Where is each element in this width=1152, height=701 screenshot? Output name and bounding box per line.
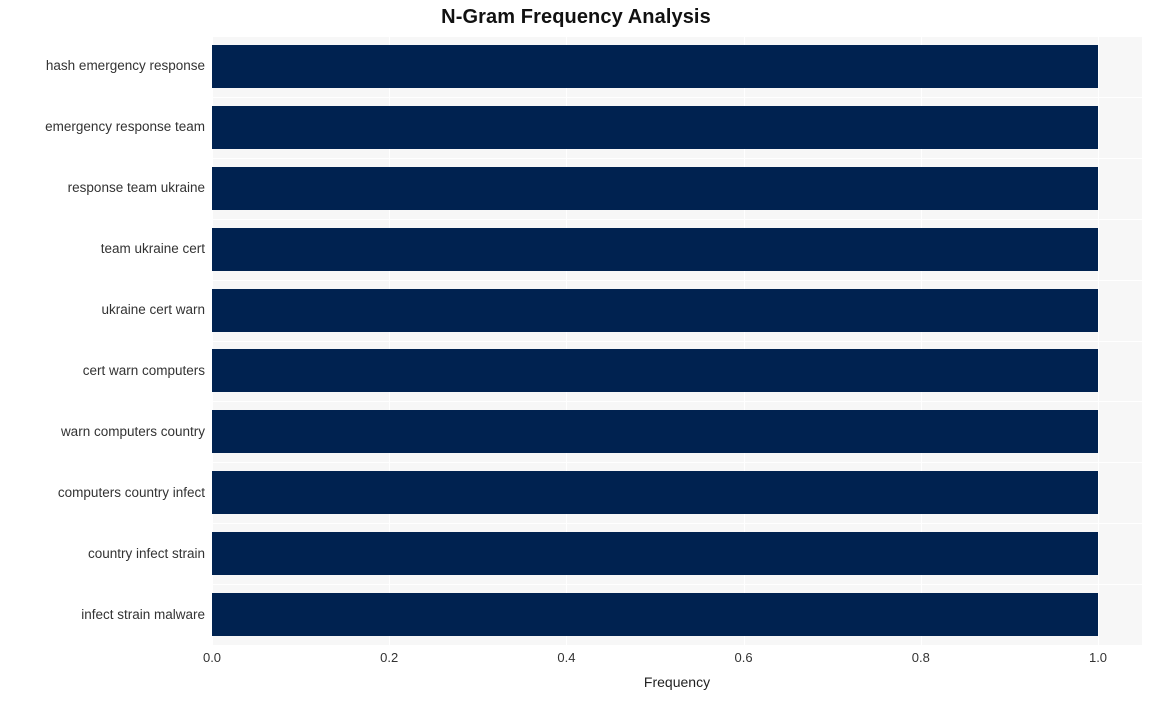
bar bbox=[212, 105, 1098, 149]
bar bbox=[212, 227, 1098, 271]
x-tick-label: 1.0 bbox=[1088, 650, 1108, 665]
x-tick-label: 0.4 bbox=[557, 650, 576, 665]
y-tick-label: computers country infect bbox=[57, 484, 205, 500]
bar bbox=[212, 288, 1098, 332]
y-tick-label: warn computers country bbox=[60, 423, 205, 439]
gridline-vertical bbox=[1098, 36, 1099, 645]
bar bbox=[212, 44, 1098, 88]
x-axis-tick-labels: 0.0 0.2 0.4 0.6 0.8 1.0 bbox=[203, 650, 1142, 670]
gridline-horizontal bbox=[212, 341, 1142, 342]
chart-figure: N-Gram Frequency Analysis hash emergency… bbox=[0, 0, 1152, 701]
y-tick-label: cert warn computers bbox=[82, 362, 205, 378]
y-tick-label: hash emergency response bbox=[45, 58, 205, 74]
bar bbox=[212, 471, 1098, 515]
bar bbox=[212, 410, 1098, 454]
y-tick-label: country infect strain bbox=[87, 545, 205, 561]
y-tick-label: team ukraine cert bbox=[100, 241, 205, 257]
y-tick-label: ukraine cert warn bbox=[101, 302, 205, 318]
x-tick-label: 0.8 bbox=[911, 650, 930, 665]
y-tick-label: response team ukraine bbox=[67, 180, 205, 196]
y-tick-label: infect strain malware bbox=[81, 606, 205, 622]
bar bbox=[212, 349, 1098, 393]
y-axis-tick-labels: hash emergency response emergency respons… bbox=[0, 36, 205, 645]
x-axis-label: Frequency bbox=[643, 674, 711, 690]
y-tick-label: emergency response team bbox=[45, 119, 205, 135]
plot-area bbox=[212, 36, 1142, 645]
gridline-horizontal bbox=[212, 523, 1142, 524]
page-title: N-Gram Frequency Analysis bbox=[441, 6, 711, 28]
gridline-horizontal bbox=[212, 401, 1142, 402]
gridline-horizontal bbox=[212, 584, 1142, 585]
bar bbox=[212, 593, 1098, 637]
x-tick-label: 0.0 bbox=[202, 650, 222, 665]
gridline-horizontal bbox=[212, 280, 1142, 281]
gridline-horizontal bbox=[212, 97, 1142, 98]
gridline-horizontal bbox=[212, 462, 1142, 463]
x-tick-label: 0.6 bbox=[734, 650, 753, 665]
gridline-horizontal bbox=[212, 219, 1142, 220]
gridline-horizontal bbox=[212, 158, 1142, 159]
x-tick-label: 0.2 bbox=[380, 650, 399, 665]
bar bbox=[212, 532, 1098, 576]
bar bbox=[212, 166, 1098, 210]
gridline-horizontal bbox=[212, 36, 1142, 37]
